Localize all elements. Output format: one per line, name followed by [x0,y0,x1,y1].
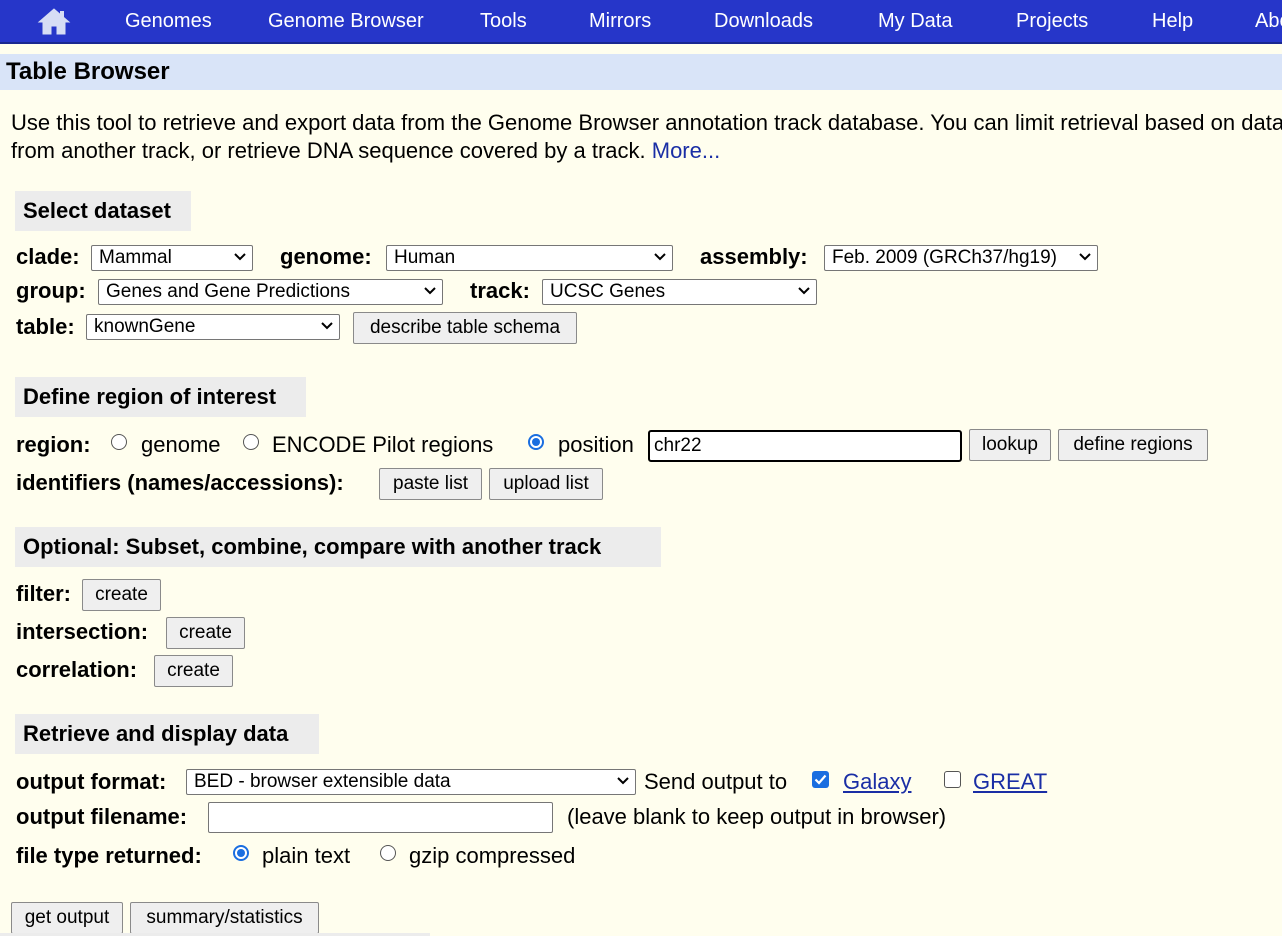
page-title-bar: Table Browser [0,54,1282,90]
output-filename-label: output filename: [16,804,188,829]
great-link[interactable]: GREAT [973,769,1047,795]
plain-text-radio[interactable] [233,845,249,861]
output-filename-input[interactable] [208,802,553,833]
chevron-down-icon [1079,253,1091,261]
home-icon[interactable] [36,6,72,36]
lookup-button[interactable]: lookup [969,429,1051,461]
clade-select-value: Mammal [99,247,172,268]
assembly-select[interactable]: Feb. 2009 (GRCh37/hg19) [824,245,1098,271]
assembly-select-value: Feb. 2009 (GRCh37/hg19) [832,247,1057,268]
group-select[interactable]: Genes and Gene Predictions [98,279,443,305]
nav-my-data[interactable]: My Data [878,10,952,33]
output-format-select[interactable]: BED - browser extensible data [186,769,636,795]
intro-line-1: Use this tool to retrieve and export dat… [11,110,1282,135]
correlation-create-button[interactable]: create [154,655,233,687]
more-link[interactable]: More... [652,138,720,163]
region-encode-label: ENCODE Pilot regions [272,432,494,457]
intersection-create-button[interactable]: create [166,617,245,649]
output-format-label: output format: [16,769,167,794]
table-select[interactable]: knownGene [86,314,340,340]
region-genome-label: genome [141,432,221,457]
summary-statistics-button[interactable]: summary/statistics [130,902,319,934]
track-label: track: [470,278,530,303]
galaxy-link[interactable]: Galaxy [843,769,911,795]
filter-label: filter: [16,581,71,606]
assembly-label: assembly: [700,244,808,269]
region-encode-radio[interactable] [243,434,259,450]
nav-mirrors[interactable]: Mirrors [589,10,651,33]
gzip-label: gzip compressed [409,843,576,868]
track-select-value: UCSC Genes [550,281,666,302]
galaxy-checkbox[interactable] [812,771,829,788]
page-title: Table Browser [6,58,170,85]
nav-downloads[interactable]: Downloads [714,10,813,33]
plain-text-label: plain text [262,843,351,868]
section-select-dataset: Select dataset [15,191,191,231]
nav-about-us[interactable]: About Us [1255,10,1282,33]
nav-help[interactable]: Help [1152,10,1193,33]
track-select[interactable]: UCSC Genes [542,279,817,305]
file-type-label: file type returned: [16,843,202,868]
chevron-down-icon [617,777,629,785]
region-position-label: position [558,432,634,457]
genome-select-value: Human [394,247,456,268]
great-checkbox[interactable] [944,771,961,788]
region-label: region: [16,432,91,457]
get-output-button[interactable]: get output [11,902,123,934]
section-optional: Optional: Subset, combine, compare with … [15,527,661,567]
group-select-value: Genes and Gene Predictions [106,281,350,302]
top-nav-bar: Genomes Genome Browser Tools Mirrors Dow… [0,0,1282,44]
intersection-label: intersection: [16,619,149,644]
table-select-value: knownGene [94,316,196,337]
genome-select[interactable]: Human [386,245,673,271]
identifiers-label: identifiers (names/accessions): [16,470,344,495]
position-input[interactable] [648,430,962,462]
nav-projects[interactable]: Projects [1016,10,1088,33]
nav-genomes[interactable]: Genomes [125,10,212,33]
chevron-down-icon [798,287,810,295]
describe-table-schema-button[interactable]: describe table schema [353,312,577,344]
intro-text: Use this tool to retrieve and export dat… [11,109,1282,165]
group-label: group: [16,278,86,303]
region-position-radio[interactable] [528,434,544,450]
chevron-down-icon [321,322,333,330]
chevron-down-icon [654,253,666,261]
section-define-region: Define region of interest [15,377,306,417]
send-output-label: Send output to [644,769,788,794]
output-format-value: BED - browser extensible data [194,771,451,792]
nav-tools[interactable]: Tools [480,10,527,33]
clade-label: clade: [16,244,80,269]
table-label: table: [16,314,75,339]
correlation-label: correlation: [16,657,138,682]
nav-genome-browser[interactable]: Genome Browser [268,10,424,33]
chevron-down-icon [424,287,436,295]
define-regions-button[interactable]: define regions [1058,429,1208,461]
checkmark-icon [814,774,827,785]
genome-label: genome: [280,244,372,269]
intro-line-2: from another track, or retrieve DNA sequ… [11,138,646,163]
output-filename-hint: (leave blank to keep output in browser) [567,804,947,829]
section-retrieve: Retrieve and display data [15,714,319,754]
paste-list-button[interactable]: paste list [379,468,482,500]
chevron-down-icon [234,253,246,261]
region-genome-radio[interactable] [111,434,127,450]
upload-list-button[interactable]: upload list [489,468,603,500]
clade-select[interactable]: Mammal [91,245,253,271]
gzip-radio[interactable] [380,845,396,861]
filter-create-button[interactable]: create [82,579,161,611]
